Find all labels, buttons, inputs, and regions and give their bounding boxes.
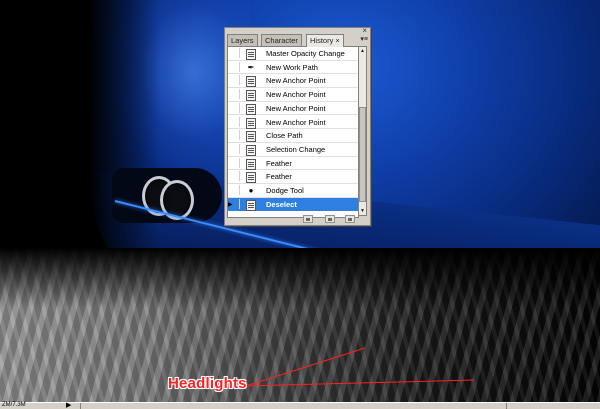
trash-icon[interactable] [345, 215, 355, 223]
history-brush-source-cell[interactable] [229, 157, 240, 168]
history-brush-source-cell[interactable] [229, 130, 240, 141]
history-brush-source-cell[interactable] [229, 171, 240, 182]
snapshot-icon [245, 130, 257, 143]
panel-menu-icon[interactable]: ▾≡ [360, 35, 368, 43]
history-brush-source-cell[interactable] [229, 116, 240, 127]
history-item[interactable]: New Anchor Point [228, 74, 358, 89]
scroll-tick [506, 403, 507, 409]
history-brush-source-cell[interactable] [229, 102, 240, 113]
history-item[interactable]: Master Opacity Change [228, 47, 358, 61]
history-item-label: Dodge Tool [266, 186, 304, 195]
history-list: Master Opacity Change ✒ New Work Path Ne… [227, 46, 359, 218]
headlights-annotation: Headlights [168, 375, 247, 392]
history-item[interactable]: ● Dodge Tool [228, 184, 358, 198]
pen-tool-icon: ✒ [247, 62, 255, 72]
history-item-label: Feather [266, 158, 292, 168]
history-item-label: New Work Path [266, 62, 318, 72]
history-item-label: Close Path [266, 131, 303, 141]
history-item-label: Master Opacity Change [266, 49, 345, 58]
history-brush-source-cell[interactable] [229, 61, 240, 72]
history-item[interactable]: Feather [228, 157, 358, 171]
tab-label: History [310, 36, 334, 45]
history-panel: × Layers Character History × ▾≡ Master Op… [224, 27, 371, 226]
history-button-bar [227, 215, 368, 224]
tab-label: Layers [231, 36, 254, 45]
history-brush-source-cell[interactable] [229, 185, 240, 195]
history-item-label: New Anchor Point [266, 90, 326, 100]
history-item-label: Selection Change [266, 144, 326, 154]
new-document-from-state-icon[interactable] [303, 215, 313, 223]
history-item[interactable]: ✒ New Work Path [228, 61, 358, 75]
tab-close-icon[interactable]: × [335, 36, 339, 45]
document-size-readout: ZM/7.3M [2, 402, 26, 408]
snapshot-icon [245, 158, 257, 170]
scroll-thumb[interactable] [359, 107, 366, 202]
panel-tabs: Layers Character History × [227, 34, 368, 47]
history-item[interactable]: New Anchor Point [228, 102, 358, 116]
history-item-label: New Anchor Point [266, 76, 326, 86]
tab-history[interactable]: History × [306, 34, 344, 47]
snapshot-icon [245, 48, 257, 60]
dodge-tool-icon: ● [248, 186, 254, 195]
scroll-down-icon[interactable]: ▼ [359, 207, 366, 215]
history-brush-source-cell[interactable] [229, 48, 240, 58]
scroll-tick [80, 403, 81, 409]
snapshot-icon [245, 117, 257, 129]
pointer-line-lower [245, 379, 475, 387]
snapshot-icon [245, 75, 257, 88]
history-item-label: New Anchor Point [266, 103, 326, 113]
snapshot-icon [245, 103, 257, 115]
history-scrollbar[interactable]: ▲ ▼ [358, 46, 367, 216]
tab-label: Character [265, 36, 298, 45]
scroll-up-icon[interactable]: ▲ [359, 47, 366, 55]
history-item-label: New Anchor Point [266, 117, 326, 127]
snapshot-icon [245, 89, 257, 102]
tab-layers[interactable]: Layers [227, 34, 258, 46]
history-item-label: Deselect [266, 199, 297, 209]
history-item[interactable]: Close Path [228, 129, 358, 143]
history-brush-source-cell[interactable] [229, 198, 240, 209]
history-item[interactable]: Selection Change [228, 143, 358, 157]
camera-snapshot-icon[interactable] [325, 215, 335, 223]
history-brush-source-cell[interactable] [229, 143, 240, 154]
history-item[interactable]: New Anchor Point [228, 88, 358, 102]
history-item[interactable]: Feather [228, 170, 358, 184]
snapshot-icon [245, 144, 257, 156]
history-item[interactable]: New Anchor Point [228, 116, 358, 130]
tab-character[interactable]: Character [261, 34, 302, 46]
history-item-selected[interactable]: ▶ Deselect [228, 197, 358, 212]
snapshot-icon [245, 171, 257, 184]
history-brush-source-cell[interactable] [229, 89, 240, 100]
snapshot-icon [245, 199, 257, 211]
pointer-line-upper [245, 347, 366, 387]
history-item-label: Feather [266, 172, 292, 182]
history-brush-source-cell[interactable] [229, 75, 240, 86]
